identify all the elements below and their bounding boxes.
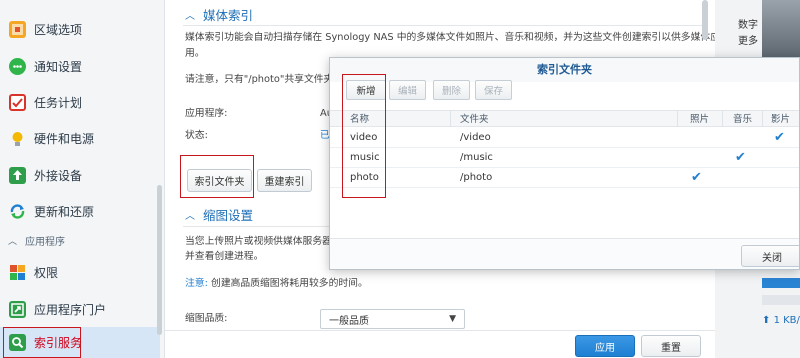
chevron-up-icon: ︿ — [8, 237, 18, 247]
upload-arrow-icon — [9, 166, 26, 184]
delete-button[interactable]: 删除 — [433, 80, 470, 100]
highlight-box-indexing-service — [3, 327, 81, 358]
lightbulb-icon — [9, 130, 26, 147]
thumbnail-description-cont: 并查看创建进程。 — [185, 251, 264, 262]
sidebar-item-application-portal[interactable]: 应用程序门户 — [0, 291, 160, 327]
dialog-footer: 关闭 — [330, 238, 799, 269]
media-note: 请注意，只有"/photo"共享文件夹内 — [185, 74, 344, 85]
section-title: 缩图设置 — [203, 208, 254, 223]
column-separator — [722, 110, 723, 127]
background-text: 数字 — [738, 20, 758, 31]
apply-button[interactable]: 应用 — [575, 335, 635, 357]
background-text: 更多 — [738, 36, 758, 47]
note-line: 注意: 创建高品质缩图将耗用较多的时间。 — [185, 276, 368, 292]
media-description: 媒体索引功能会自动扫描存储在 Synology NAS 中的多媒体文件如照片、音… — [185, 32, 760, 43]
chevron-up-icon: ︿ — [185, 211, 195, 222]
thumbnail-section-header[interactable]: ︿ 缩图设置 — [185, 205, 253, 224]
grid-icon — [9, 264, 26, 281]
cell-folder: /video — [460, 132, 491, 143]
highlight-box-index-folder — [180, 155, 254, 198]
column-header-folder[interactable]: 文件夹 — [460, 111, 489, 128]
reset-button[interactable]: 重置 — [641, 335, 701, 357]
chat-bubble-icon — [9, 57, 26, 75]
table-row[interactable]: video /video ✔ — [330, 128, 799, 148]
sidebar-item-privileges[interactable]: 权限 — [0, 254, 160, 290]
sidebar: 区域选项 通知设置 任务计划 硬件和电源 外接设备 更新和还原 ︿ 应用程序 权… — [0, 0, 165, 358]
sidebar-item-notification[interactable]: 通知设置 — [0, 48, 160, 84]
sidebar-item-external-devices[interactable]: 外接设备 — [0, 157, 160, 193]
sidebar-section-label: 应用程序 — [25, 237, 66, 248]
sidebar-scrollbar[interactable] — [157, 185, 162, 335]
upload-arrow-icon: ⬆ — [762, 315, 771, 326]
sidebar-item-label: 任务计划 — [34, 95, 83, 110]
index-folder-dialog: 索引文件夹 新增 编辑 删除 保存 名称 文件夹 照片 音乐 影片 video … — [329, 57, 800, 270]
thumbnail-quality-select[interactable]: 一般品质 ▼ — [320, 309, 465, 329]
sidebar-item-label: 区域选项 — [34, 22, 83, 37]
footer-bar: 应用 重置 — [165, 330, 715, 358]
column-separator — [450, 110, 451, 127]
media-description-cont: 用。 — [185, 48, 205, 59]
portal-arrow-icon — [9, 300, 26, 318]
sidebar-item-label: 应用程序门户 — [34, 302, 107, 317]
sidebar-item-region[interactable]: 区域选项 — [0, 11, 160, 47]
sidebar-item-label: 通知设置 — [34, 59, 83, 74]
sidebar-item-label: 硬件和电源 — [34, 131, 95, 146]
usage-bar — [762, 278, 800, 288]
select-value: 一般品质 — [329, 315, 369, 327]
table-header: 名称 文件夹 照片 音乐 影片 — [330, 110, 799, 127]
sidebar-section-applications[interactable]: ︿ 应用程序 — [8, 233, 65, 248]
edit-button[interactable]: 编辑 — [389, 80, 426, 100]
usage-bar — [762, 295, 800, 305]
sidebar-item-label: 外接设备 — [34, 168, 83, 183]
save-button[interactable]: 保存 — [475, 80, 512, 100]
column-separator — [677, 110, 678, 127]
note-label: 注意: — [185, 278, 208, 289]
status-label: 状态: — [185, 130, 208, 141]
divider — [183, 25, 703, 26]
table-row[interactable]: music /music ✔ — [330, 148, 799, 168]
section-title: 媒体索引 — [203, 8, 254, 23]
sidebar-item-label: 更新和还原 — [34, 204, 95, 219]
checkmark-icon: ✔ — [735, 150, 746, 165]
app-label: 应用程序: — [185, 108, 228, 119]
dialog-title: 索引文件夹 — [330, 58, 799, 82]
checkmark-icon: ✔ — [691, 170, 702, 185]
thumbnail-quality-label: 缩图品质: — [185, 313, 228, 324]
region-icon — [9, 20, 26, 38]
refresh-icon — [9, 203, 26, 220]
thumbnail-description: 当您上传照片或视频供媒体服务器和 — [185, 236, 342, 247]
sidebar-item-hardware-power[interactable]: 硬件和电源 — [0, 120, 160, 156]
cell-folder: /photo — [460, 172, 493, 183]
note-text: 创建高品质缩图将耗用较多的时间。 — [211, 278, 368, 289]
sidebar-item-label: 权限 — [34, 265, 59, 280]
close-button[interactable]: 关闭 — [741, 245, 799, 267]
network-speed: ⬆ 1 KB/s — [762, 315, 800, 326]
chevron-up-icon: ︿ — [185, 11, 195, 22]
column-header-photo[interactable]: 照片 — [690, 111, 709, 128]
dropdown-arrow-icon: ▼ — [449, 314, 456, 324]
media-index-section-header[interactable]: ︿ 媒体索引 — [185, 5, 253, 24]
sidebar-item-update-restore[interactable]: 更新和还原 — [0, 193, 160, 229]
main-scrollbar[interactable] — [702, 0, 708, 40]
cell-folder: /music — [460, 152, 493, 163]
column-header-video[interactable]: 影片 — [771, 111, 790, 128]
checkmark-icon: ✔ — [774, 130, 785, 145]
highlight-box-add-and-names — [342, 74, 386, 198]
calendar-check-icon — [9, 93, 26, 111]
speed-value: 1 KB/s — [773, 315, 800, 326]
table-row[interactable]: photo /photo ✔ — [330, 168, 799, 188]
column-header-music[interactable]: 音乐 — [733, 111, 752, 128]
reindex-button[interactable]: 重建索引 — [257, 169, 312, 192]
column-separator — [762, 110, 763, 127]
sidebar-item-task-scheduler[interactable]: 任务计划 — [0, 84, 160, 120]
